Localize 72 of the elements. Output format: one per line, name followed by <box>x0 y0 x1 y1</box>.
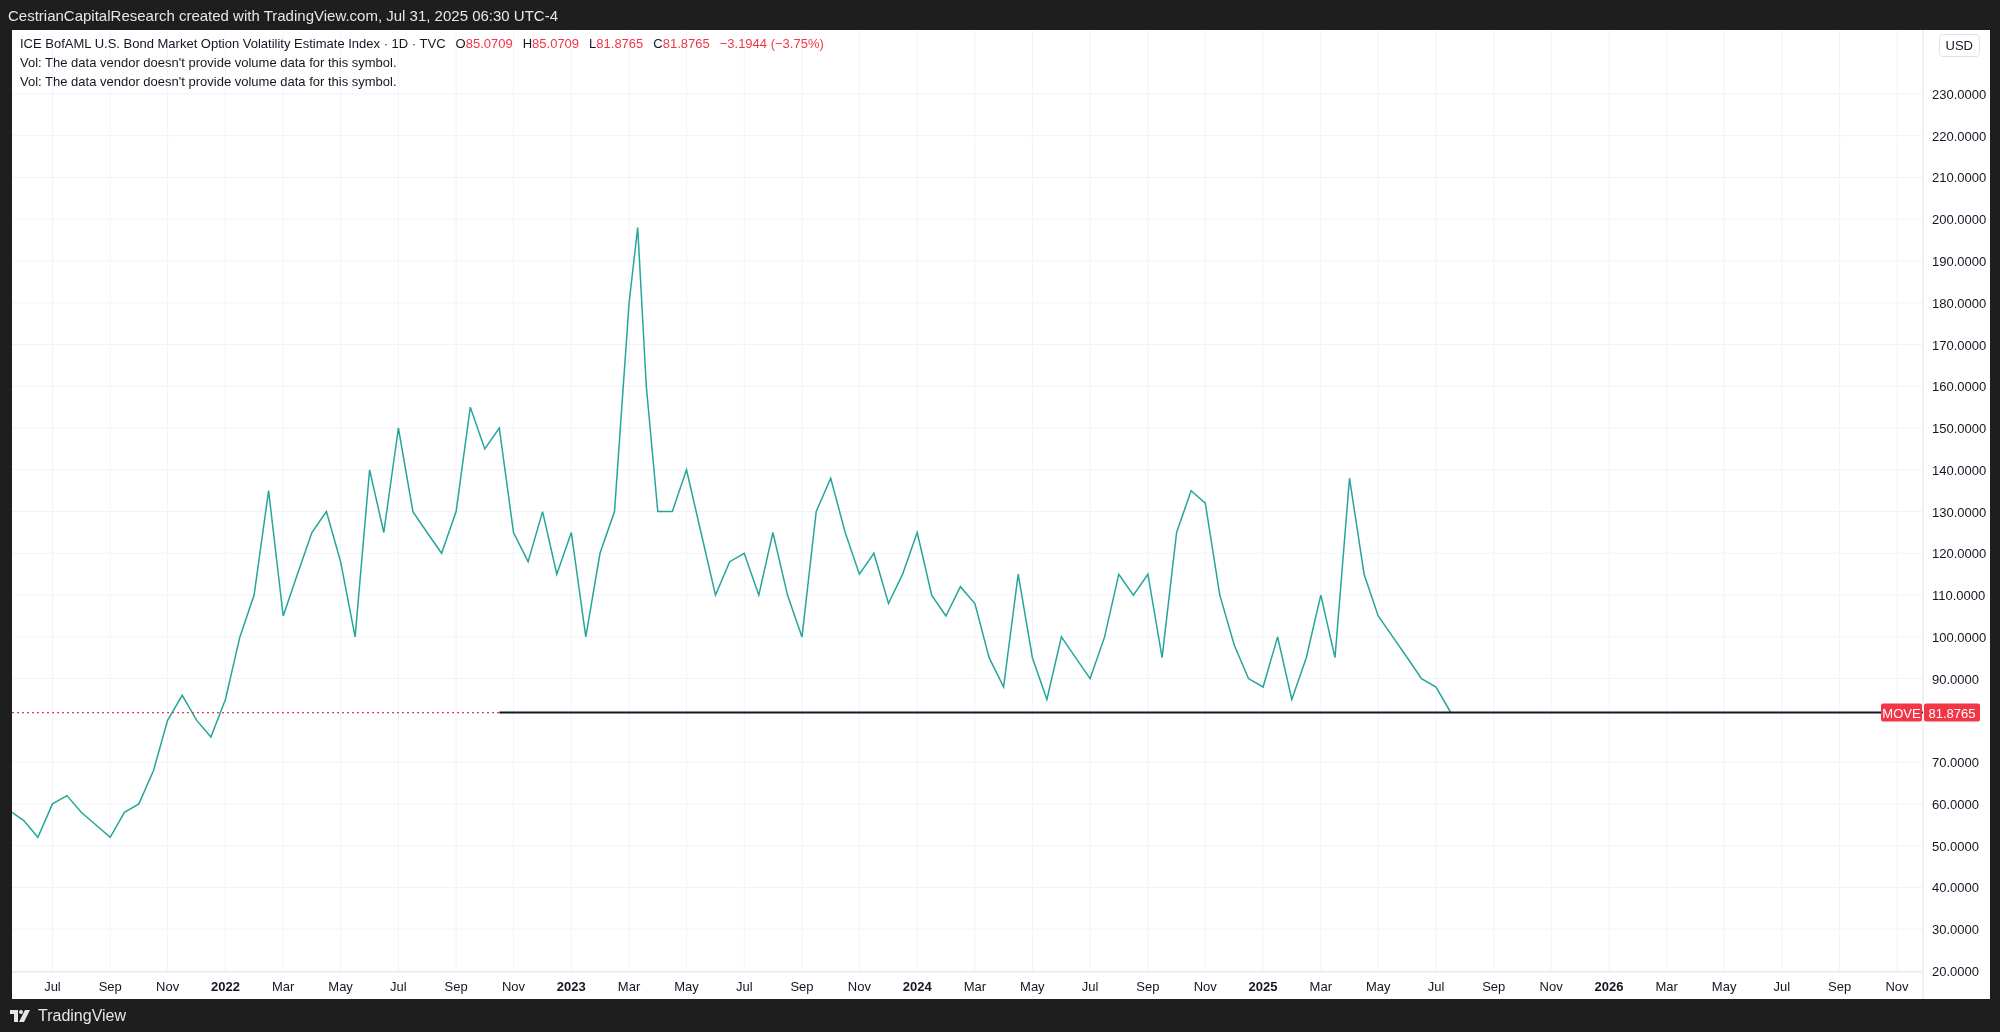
time-axis-label: 2022 <box>210 979 240 994</box>
ohlc-value: 81.8765 <box>596 36 644 51</box>
time-axis-label: May <box>674 979 699 994</box>
ohlc-label: C <box>653 36 663 51</box>
price-axis-label: 150.0000 <box>1932 421 1987 437</box>
time-axis-label: Sep <box>444 979 468 994</box>
time-axis-label: Mar <box>1309 979 1332 994</box>
price-axis-label: 70.0000 <box>1932 755 1979 771</box>
time-axis-label: 2025 <box>1248 979 1278 994</box>
brand-name: TradingView <box>38 1006 127 1025</box>
time-axis-label: Nov <box>847 979 871 994</box>
price-axis-label: 160.0000 <box>1932 379 1987 395</box>
price-axis-label: 140.0000 <box>1932 462 1987 478</box>
price-badge: 81.8765 <box>1924 703 1980 722</box>
time-axis-label: Sep <box>1828 979 1852 994</box>
price-change: −3.1944 (−3.75%) <box>719 36 824 51</box>
price-axis-label: 100.0000 <box>1932 629 1987 645</box>
time-axis-label: Sep <box>1482 979 1506 994</box>
ohlc-label: H <box>522 36 533 51</box>
time-axis-label: Nov <box>156 979 180 994</box>
time-axis-label: 2023 <box>556 979 586 994</box>
volume-note: Vol: The data vendor doesn't provide volume data for this symbol. <box>20 74 398 89</box>
time-axis-label: Jul <box>44 979 61 994</box>
time-axis-label: May <box>1020 979 1045 994</box>
price-axis-label: 90.0000 <box>1932 671 1979 687</box>
ohlc-label: L <box>589 36 597 51</box>
time-axis-label: Nov <box>1539 979 1563 994</box>
chart-credit: CestrianCapitalResearch created with TradingView.com, Jul 31, 2025 06:30 UTC-4 <box>8 6 558 24</box>
volume-note: Vol: The data vendor doesn't provide volume data for this symbol. <box>20 55 398 70</box>
time-axis-label: 2024 <box>902 979 932 994</box>
time-axis-label: May <box>328 979 353 994</box>
currency-label[interactable]: USD <box>1938 34 1980 57</box>
ohlc-value: 81.8765 <box>662 36 710 51</box>
ohlc-label: O <box>455 36 466 51</box>
price-axis-label: 210.0000 <box>1932 170 1987 186</box>
price-axis-label: 130.0000 <box>1932 504 1987 520</box>
price-axis-label: 200.0000 <box>1932 212 1987 228</box>
symbol-title: ICE BofAML U.S. Bond Market Option Volatility Estimate Index · 1D · TVC <box>20 36 446 51</box>
price-axis-label: 170.0000 <box>1932 337 1987 353</box>
time-axis-label: Jul <box>1081 979 1099 994</box>
time-axis-label: Nov <box>501 979 526 994</box>
price-axis-label: 220.0000 <box>1932 128 1987 144</box>
price-axis-label: 190.0000 <box>1932 253 1987 269</box>
price-axis-label: 40.0000 <box>1932 880 1979 896</box>
time-axis-label: Nov <box>1193 979 1217 994</box>
time-axis-label: Jul <box>1773 979 1791 994</box>
price-axis-label: 120.0000 <box>1932 546 1987 562</box>
time-axis-label: Sep <box>1136 979 1160 994</box>
price-axis-label: 20.0000 <box>1932 964 1979 979</box>
price-axis-label: 30.0000 <box>1932 922 1979 938</box>
symbol-badge: MOVE <box>1881 703 1922 722</box>
time-axis-label: Sep <box>98 979 122 994</box>
time-axis-label: Mar <box>1655 979 1678 994</box>
time-axis-label: 2026 <box>1594 979 1624 994</box>
time-axis-label: May <box>1711 979 1737 994</box>
time-axis-label: Sep <box>790 979 814 994</box>
time-axis-label: Mar <box>963 979 987 994</box>
time-axis-label: Jul <box>1427 979 1445 994</box>
tradingview-logo-icon <box>10 1009 32 1022</box>
price-axis-label: 110.0000 <box>1932 588 1986 604</box>
ohlc-value: 85.0709 <box>465 36 513 51</box>
price-axis-label: 180.0000 <box>1932 295 1987 311</box>
price-axis-label: 230.0000 <box>1932 86 1987 102</box>
ohlc-value: 85.0709 <box>532 36 580 51</box>
time-axis-label: Mar <box>272 979 295 994</box>
price-axis-label: 50.0000 <box>1932 838 1979 854</box>
price-axis-label: 60.0000 <box>1932 796 1979 812</box>
time-axis-label: May <box>1365 979 1391 994</box>
time-axis-label: Nov <box>1885 979 1909 994</box>
time-axis-label: Jul <box>390 979 407 994</box>
time-axis-label: Jul <box>735 979 753 994</box>
time-axis-label: Mar <box>617 979 641 994</box>
